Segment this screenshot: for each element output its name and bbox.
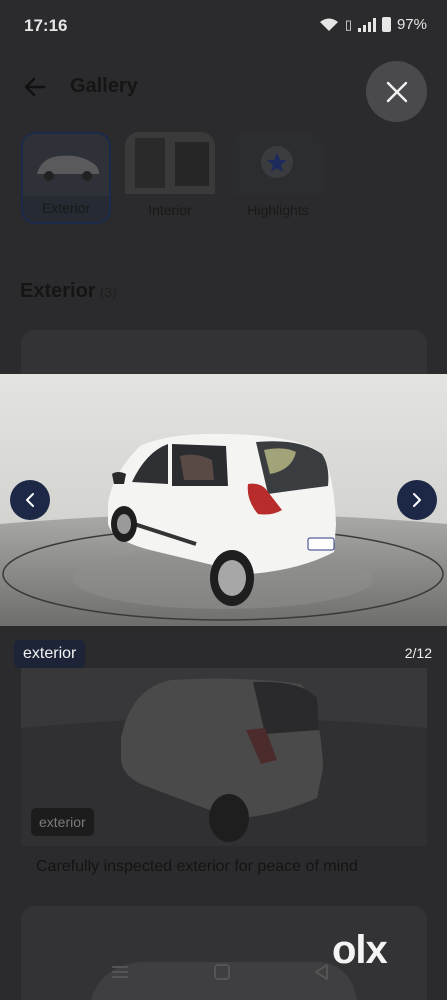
previous-image-button[interactable]	[10, 480, 50, 520]
page-title: Gallery	[70, 75, 138, 97]
section-title: Exterior (3)	[20, 280, 117, 303]
section-count: (3)	[99, 284, 117, 300]
status-time: 17:16	[24, 16, 68, 35]
vibrate-icon: ▯	[344, 16, 352, 32]
battery-level: 97%	[396, 16, 427, 33]
image-viewer[interactable]	[0, 374, 447, 626]
car-thumbnail-icon	[37, 155, 99, 181]
interior-thumbnail-icon	[135, 138, 209, 188]
tab-interior-label: Interior	[148, 202, 192, 218]
status-bar: 17:16 ▯ 97%	[0, 0, 447, 52]
back-arrow-icon[interactable]	[22, 74, 48, 100]
signal-icon	[357, 17, 376, 32]
tab-exterior-thumbnail	[23, 134, 109, 196]
wifi-icon	[319, 18, 338, 31]
tab-highlights-label: Highlights	[247, 202, 309, 218]
tab-interior[interactable]: Interior	[125, 132, 215, 224]
back-nav-icon[interactable]	[312, 962, 332, 982]
tab-highlights[interactable]: Highlights	[233, 132, 323, 224]
status-icons: ▯ 97%	[319, 16, 427, 33]
section-title-text: Exterior	[20, 280, 96, 302]
olx-logo: olx	[332, 928, 388, 973]
star-icon	[261, 146, 293, 178]
chevron-left-icon	[26, 493, 34, 507]
chevron-right-icon	[413, 493, 421, 507]
close-button[interactable]	[366, 61, 427, 122]
menu-icon[interactable]	[110, 962, 130, 982]
tab-highlights-thumbnail	[233, 132, 323, 194]
battery-icon	[381, 17, 391, 32]
card-caption-text: Carefully inspected exterior for peace o…	[36, 858, 358, 875]
tab-exterior-label: Exterior	[41, 200, 91, 216]
next-image-button[interactable]	[397, 480, 437, 520]
close-icon	[386, 81, 407, 102]
card-caption-tag: exterior	[31, 808, 94, 836]
gallery-card-top	[21, 330, 427, 378]
home-icon[interactable]	[212, 962, 232, 982]
olx-logo-text: olx	[332, 928, 388, 972]
image-caption-tag: exterior	[14, 640, 86, 668]
image-counter: 2/12	[404, 645, 432, 661]
car-photo	[0, 374, 447, 626]
tab-interior-thumbnail	[125, 132, 215, 194]
tab-exterior[interactable]: Exterior	[21, 132, 111, 224]
